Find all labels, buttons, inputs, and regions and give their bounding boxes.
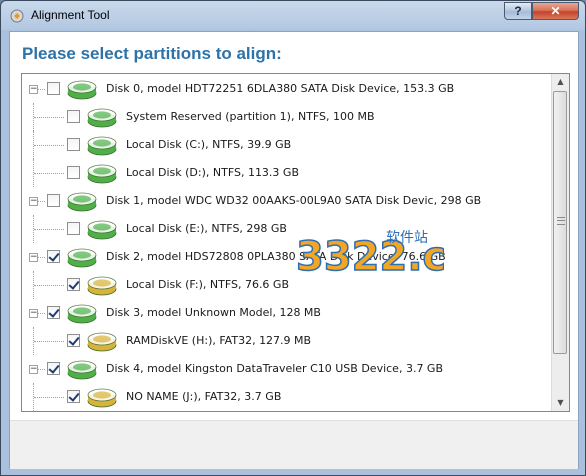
disk-row[interactable]: − Disk 1, model WDC WD32 00AAKS-00L9A0 SA… [22,187,550,215]
scroll-down-arrow-icon[interactable]: ▼ [553,395,568,411]
client-area: Please select partitions to align: − Disk… [9,31,579,469]
row-label: Disk 0, model HDT72251 6DLA380 SATA Disk… [106,82,455,95]
tree-connector [34,229,64,230]
tree-connector [34,117,64,118]
partition-checkbox[interactable] [67,390,80,403]
partition-row[interactable]: Local Disk (E:), NTFS, 298 GB [22,215,550,243]
hard-disk-icon [87,276,117,296]
partition-row[interactable]: Local Disk (F:), NTFS, 76.6 GB [22,271,550,299]
hard-disk-icon [87,332,117,352]
hard-disk-icon [67,248,97,268]
tree-connector [34,173,64,174]
partition-checkbox[interactable] [47,306,60,319]
collapse-icon[interactable]: − [29,253,38,262]
partition-checkbox[interactable] [67,334,80,347]
partition-checkbox[interactable] [47,250,60,263]
vertical-scrollbar[interactable]: ▲ ▼ [551,74,569,411]
row-label: Disk 3, model Unknown Model, 128 MB [106,306,321,319]
tree-connector [38,369,45,370]
tree-connector [34,341,64,342]
collapse-icon[interactable]: − [29,365,38,374]
hard-disk-icon [87,164,117,184]
scrollbar-grip-icon [557,217,565,225]
content-panel: Please select partitions to align: − Disk… [10,32,578,420]
hard-disk-icon [87,108,117,128]
row-label: Disk 4, model Kingston DataTraveler C10 … [106,362,444,375]
tree-connector [34,145,64,146]
partition-row[interactable]: RAMDiskVE (H:), FAT32, 127.9 MB [22,327,550,355]
page-title: Please select partitions to align: [22,44,282,63]
footer-bar [10,420,578,469]
partition-checkbox[interactable] [47,82,60,95]
partition-checkbox[interactable] [67,278,80,291]
row-label: Local Disk (D:), NTFS, 113.3 GB [126,166,299,179]
help-icon: ? [514,4,522,18]
help-button[interactable]: ? [504,2,532,20]
partition-checkbox[interactable] [47,194,60,207]
partition-checkbox[interactable] [67,138,80,151]
row-label: Local Disk (F:), NTFS, 76.6 GB [126,278,290,291]
row-label: RAMDiskVE (H:), FAT32, 127.9 MB [126,334,312,347]
row-label: Disk 1, model WDC WD32 00AAKS-00L9A0 SAT… [106,194,482,207]
partition-row[interactable]: Local Disk (C:), NTFS, 39.9 GB [22,131,550,159]
partition-checkbox[interactable] [67,110,80,123]
tree-connector [34,397,64,398]
collapse-icon[interactable]: − [29,85,38,94]
disk-row[interactable]: − Disk 0, model HDT72251 6DLA380 SATA Dis… [22,75,550,103]
partition-row[interactable]: NO NAME (J:), FAT32, 3.7 GB [22,383,550,411]
collapse-icon[interactable]: − [29,197,38,206]
row-label: Local Disk (C:), NTFS, 39.9 GB [126,138,292,151]
close-icon: ✕ [550,4,561,18]
row-label: NO NAME (J:), FAT32, 3.7 GB [126,390,282,403]
partition-checkbox[interactable] [67,222,80,235]
tree-connector [38,313,45,314]
tree-connector [34,285,64,286]
alignment-tool-window: Alignment Tool ? ✕ Please select partiti… [0,0,586,476]
disk-row[interactable]: − Disk 4, model Kingston DataTraveler C10… [22,355,550,383]
hard-disk-icon [87,136,117,156]
row-label: System Reserved (partition 1), NTFS, 100… [126,110,375,123]
watermark-subtext: 软件站 [386,230,428,246]
close-button[interactable]: ✕ [532,2,579,20]
tree-connector [38,89,45,90]
scrollbar-thumb[interactable] [553,91,567,354]
tree-connector [38,257,45,258]
collapse-icon[interactable]: − [29,309,38,318]
partition-row[interactable]: Local Disk (D:), NTFS, 113.3 GB [22,159,550,187]
partition-checkbox[interactable] [47,362,60,375]
disk-row[interactable]: − Disk 3, model Unknown Model, 128 MB [22,299,550,327]
hard-disk-icon [67,192,97,212]
tree-connector [38,201,45,202]
hard-disk-icon [67,360,97,380]
partition-checkbox[interactable] [67,166,80,179]
partition-row[interactable]: System Reserved (partition 1), NTFS, 100… [22,103,550,131]
hard-disk-icon [87,220,117,240]
watermark-logo: 3322.cc 软件站 [295,230,444,281]
hard-disk-icon [67,80,97,100]
app-icon [10,9,24,23]
scroll-up-arrow-icon[interactable]: ▲ [553,74,568,90]
hard-disk-icon [67,304,97,324]
disk-row[interactable]: − Disk 2, model HDS72808 0PLA380 SATA Dis… [22,243,550,271]
hard-disk-icon [87,388,117,408]
title-bar[interactable]: Alignment Tool ? ✕ [1,1,585,31]
row-label: Local Disk (E:), NTFS, 298 GB [126,222,287,235]
window-title: Alignment Tool [31,8,110,22]
